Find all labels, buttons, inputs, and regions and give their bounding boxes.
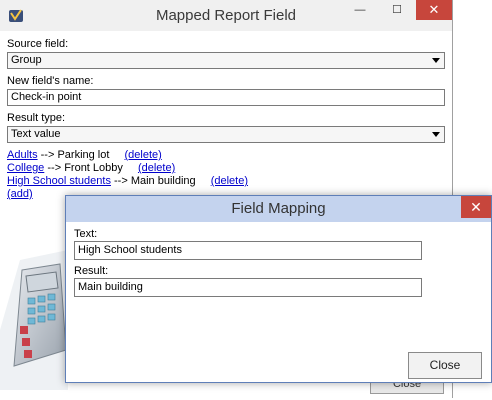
new-name-input[interactable]: Check-in point bbox=[7, 89, 445, 106]
source-field-label: Source field: bbox=[7, 38, 69, 50]
result-type-select[interactable]: Text value bbox=[7, 126, 445, 143]
add-row: (add) bbox=[7, 188, 33, 200]
mapping-arrow: --> bbox=[40, 149, 55, 161]
calculator-illustration bbox=[0, 250, 68, 390]
new-name-value: Check-in point bbox=[11, 91, 82, 103]
chevron-down-icon bbox=[432, 132, 440, 137]
text-label: Text: bbox=[74, 228, 98, 240]
result-type-value: Text value bbox=[11, 128, 61, 140]
text-value: High School students bbox=[78, 244, 182, 256]
close-icon[interactable]: ✕ bbox=[416, 0, 452, 20]
source-field-select[interactable]: Group bbox=[7, 52, 445, 69]
result-value: Main building bbox=[78, 281, 143, 293]
mapping-target: Main building bbox=[130, 175, 196, 187]
delete-mapping-link[interactable]: (delete) bbox=[125, 149, 162, 161]
mapping-target: Front Lobby bbox=[64, 162, 123, 174]
text-input[interactable]: High School students bbox=[74, 241, 422, 260]
mapping-row: Adults --> Parking lot (delete) bbox=[7, 149, 162, 161]
close-icon[interactable]: ✕ bbox=[461, 196, 491, 218]
dialog-close-button[interactable]: Close bbox=[408, 352, 482, 379]
mapping-target: Parking lot bbox=[57, 149, 110, 161]
mapping-row: High School students --> Main building (… bbox=[7, 175, 248, 187]
mapping-arrow: --> bbox=[114, 175, 128, 187]
result-type-label: Result type: bbox=[7, 112, 66, 124]
mapping-source-link[interactable]: High School students bbox=[7, 175, 111, 187]
mapping-row: College --> Front Lobby (delete) bbox=[7, 162, 175, 174]
new-name-label: New field's name: bbox=[7, 75, 94, 87]
add-mapping-link[interactable]: (add) bbox=[7, 188, 33, 200]
mapping-source-link[interactable]: Adults bbox=[7, 149, 38, 161]
dialog-title-bar: Field Mapping ✕ bbox=[66, 196, 491, 222]
field-mapping-dialog: Field Mapping ✕ Text: High School studen… bbox=[65, 195, 492, 383]
mapping-arrow: --> bbox=[47, 162, 62, 174]
delete-mapping-link[interactable]: (delete) bbox=[211, 175, 248, 187]
result-label: Result: bbox=[74, 265, 109, 277]
minimize-icon[interactable]: — bbox=[346, 0, 374, 20]
source-field-value: Group bbox=[11, 54, 42, 66]
result-input[interactable]: Main building bbox=[74, 278, 422, 297]
dialog-title: Field Mapping bbox=[231, 200, 326, 217]
maximize-icon[interactable]: ☐ bbox=[383, 0, 411, 20]
delete-mapping-link[interactable]: (delete) bbox=[138, 162, 175, 174]
chevron-down-icon bbox=[432, 58, 440, 63]
mapping-source-link[interactable]: College bbox=[7, 162, 44, 174]
title-bar: Mapped Report Field — ☐ ✕ bbox=[0, 0, 452, 31]
